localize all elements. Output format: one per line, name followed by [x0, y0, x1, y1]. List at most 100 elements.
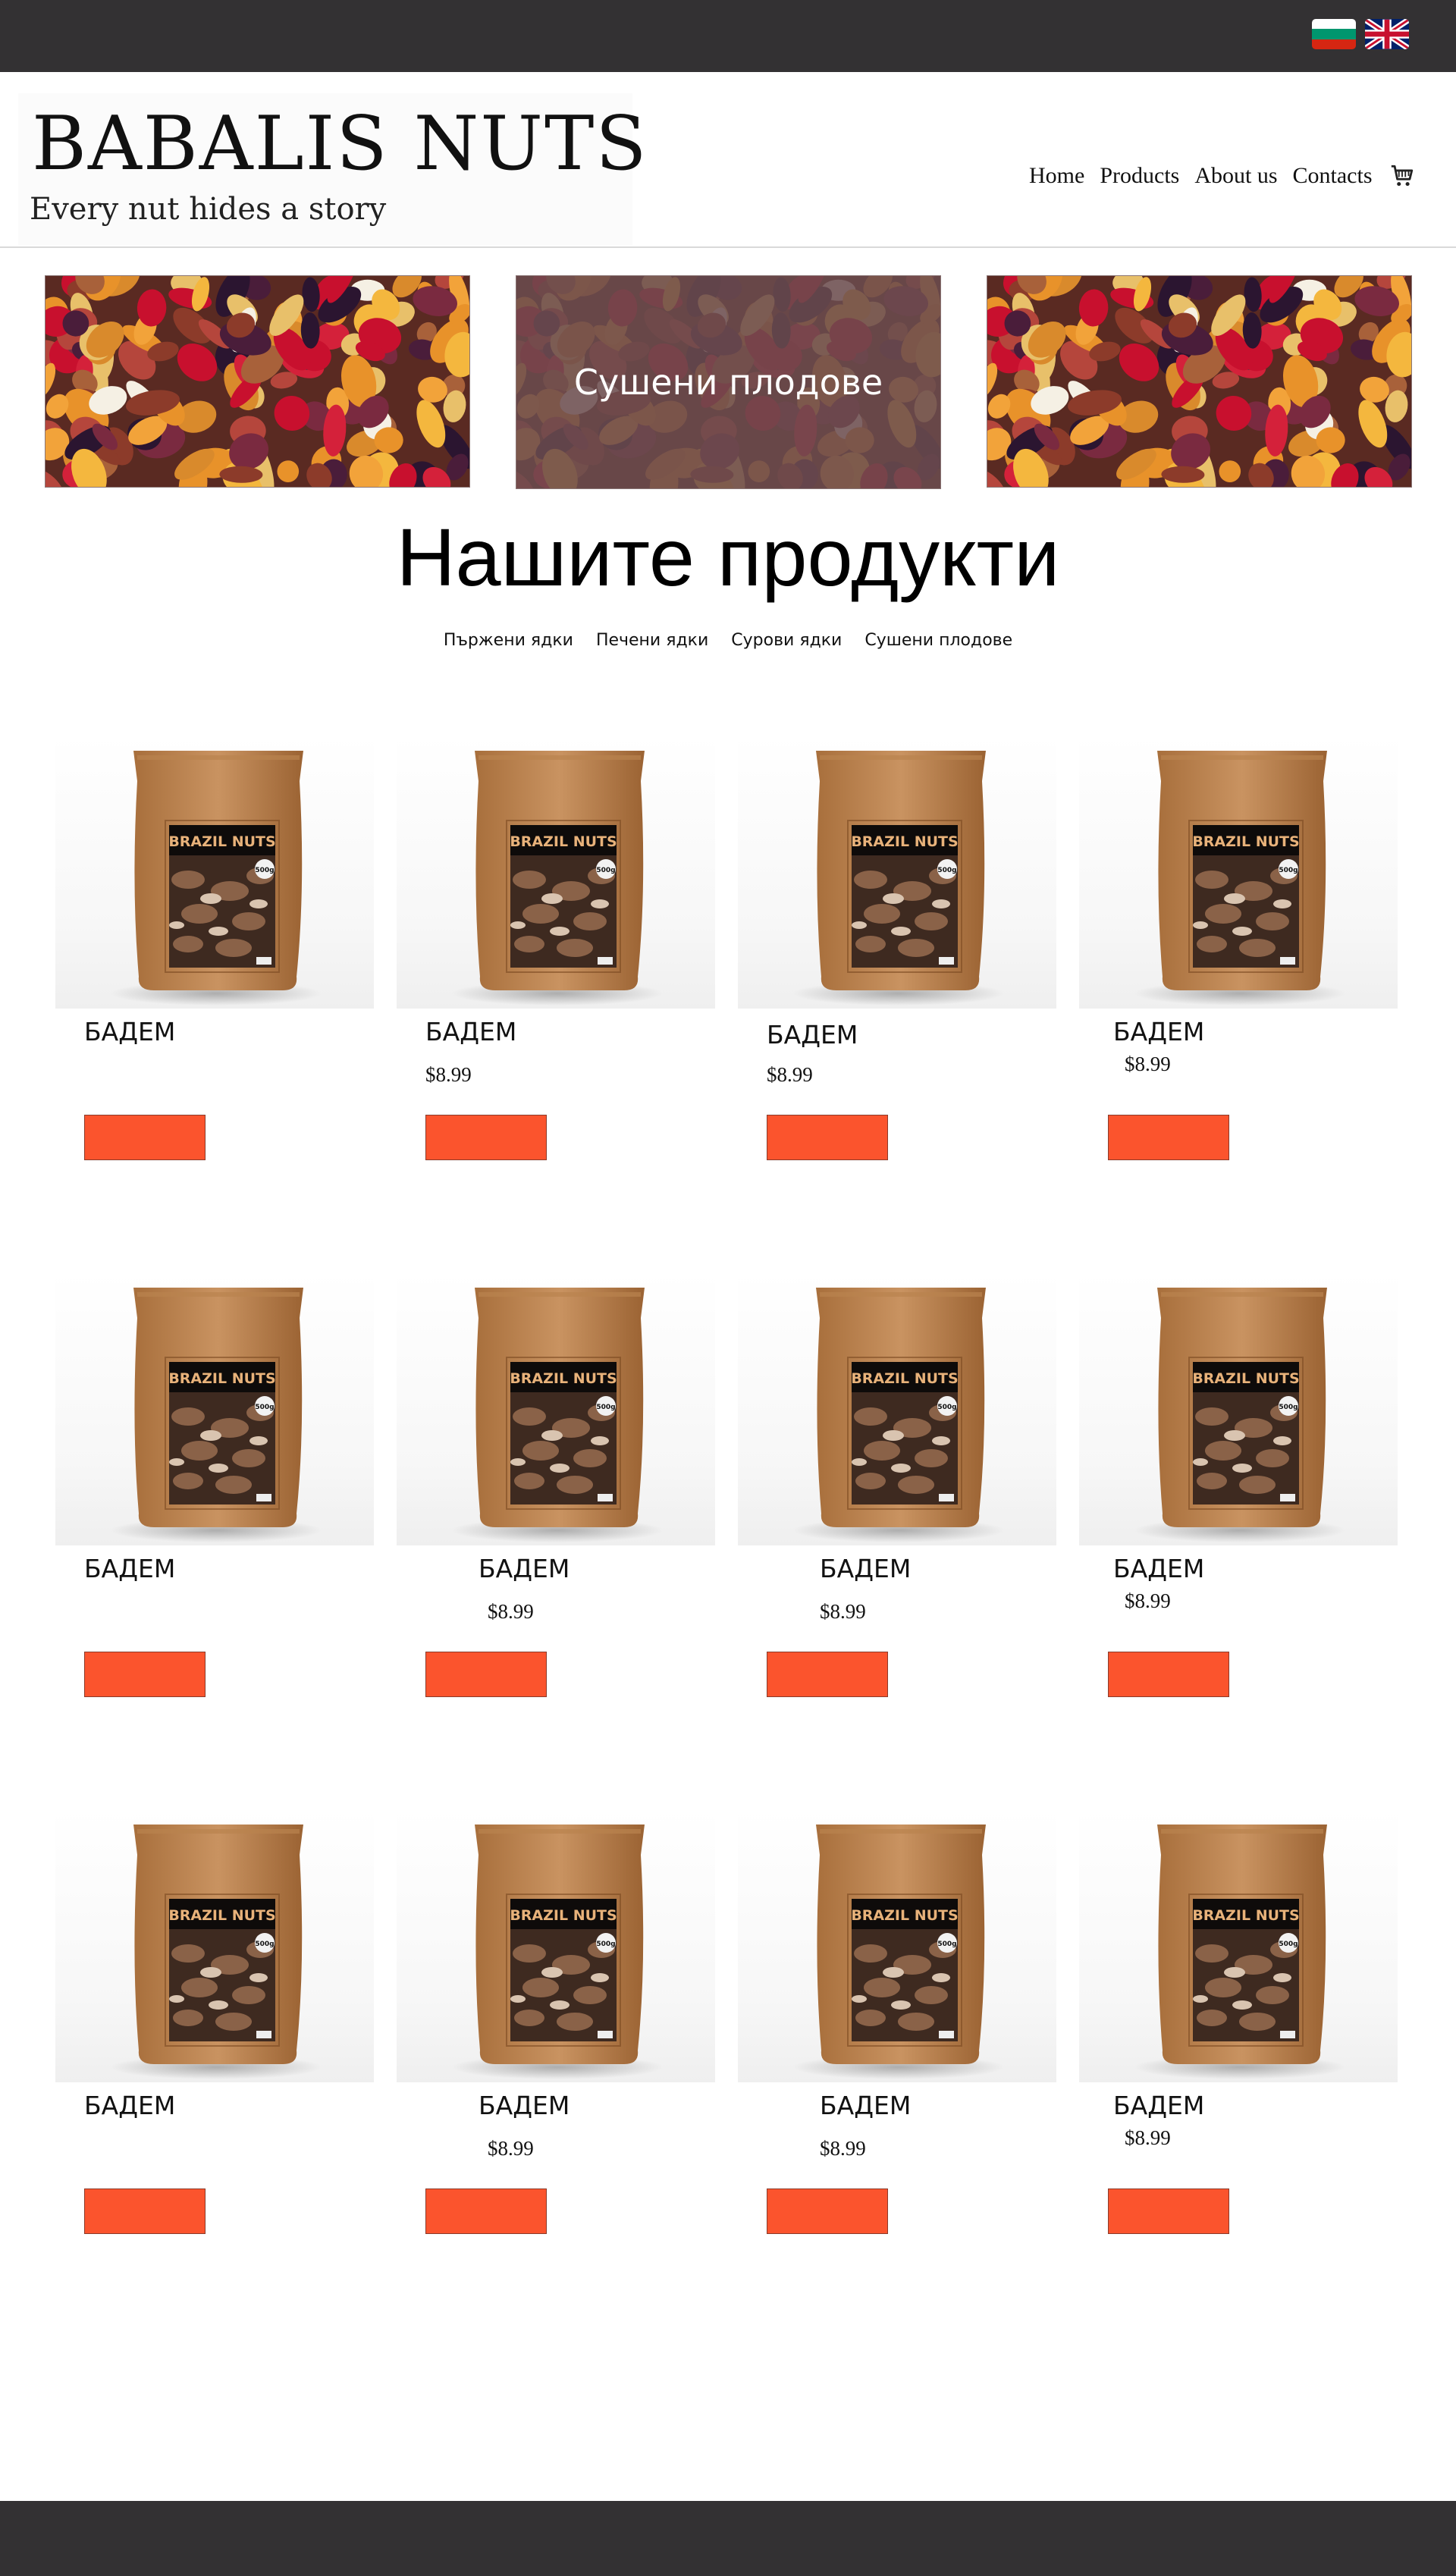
svg-text:500g: 500g [255, 1404, 274, 1411]
product-price: $8.99 [820, 1600, 866, 1623]
product-name[interactable]: БАДЕМ [1113, 1017, 1204, 1046]
category-filters: Пържени ядки Печени ядки Сурови ядки Суш… [0, 631, 1456, 650]
filter-dried-fruits[interactable]: Сушени плодове [864, 631, 1012, 650]
svg-text:500g: 500g [1279, 867, 1298, 874]
svg-text:BRAZIL NUTS: BRAZIL NUTS [851, 1907, 958, 1924]
svg-text:500g: 500g [596, 1941, 615, 1948]
add-to-cart-button[interactable] [425, 1652, 547, 1697]
product-image[interactable]: BRAZIL NUTS 500g [397, 736, 715, 1009]
svg-text:500g: 500g [255, 867, 274, 874]
site-footer [0, 2501, 1456, 2576]
product-image[interactable]: BRAZIL NUTS 500g [738, 1272, 1056, 1545]
product-image[interactable]: BRAZIL NUTS 500g [55, 736, 374, 1009]
banner-dried-fruit-image-left[interactable] [45, 275, 470, 488]
product-name[interactable]: БАДЕМ [84, 1554, 175, 1583]
svg-text:500g: 500g [596, 1404, 615, 1411]
add-to-cart-button[interactable] [1108, 1115, 1229, 1160]
add-to-cart-button[interactable] [767, 1115, 888, 1160]
top-bar [0, 0, 1456, 72]
product-price: $8.99 [1125, 1053, 1171, 1075]
svg-text:BRAZIL NUTS: BRAZIL NUTS [168, 1907, 275, 1924]
product-card[interactable]: BRAZIL NUTS 500g БАДЕМ $8.99 [738, 1809, 1056, 2264]
product-price: $8.99 [425, 1063, 472, 1086]
svg-text:BRAZIL NUTS: BRAZIL NUTS [1192, 1370, 1299, 1387]
svg-text:500g: 500g [937, 867, 956, 874]
product-image[interactable]: BRAZIL NUTS 500g [1079, 736, 1398, 1009]
add-to-cart-button[interactable] [1108, 1652, 1229, 1697]
product-card[interactable]: BRAZIL NUTS 500g БАДЕМ $8.99 [738, 1272, 1056, 1727]
product-name[interactable]: БАДЕМ [425, 1017, 516, 1046]
product-name[interactable]: БАДЕМ [767, 1020, 858, 1050]
product-card[interactable]: BRAZIL NUTS 500g БАДЕМ $8.99 [397, 736, 715, 1191]
banner-title [46, 276, 469, 487]
svg-text:BRAZIL NUTS: BRAZIL NUTS [1192, 833, 1299, 850]
product-name[interactable]: БАДЕМ [820, 1554, 911, 1583]
filter-roasted-nuts[interactable]: Печени ядки [596, 631, 708, 650]
filter-raw-nuts[interactable]: Сурови ядки [731, 631, 842, 650]
product-name[interactable]: БАДЕМ [1113, 2091, 1204, 2120]
product-card[interactable]: BRAZIL NUTS 500g БАДЕМ $8.99 [397, 1272, 715, 1727]
add-to-cart-button[interactable] [767, 1652, 888, 1697]
product-price: $8.99 [1125, 2126, 1171, 2149]
add-to-cart-button[interactable] [425, 1115, 547, 1160]
products-heading: Нашите продукти [396, 511, 1060, 603]
product-card[interactable]: BRAZIL NUTS 500g БАДЕМ $8.99 [1079, 1272, 1398, 1727]
filter-fried-nuts[interactable]: Пържени ядки [444, 631, 573, 650]
site-header: BABALIS NUTS Every nut hides a story Hom… [0, 72, 1456, 248]
product-price: $8.99 [820, 2137, 866, 2160]
svg-text:BRAZIL NUTS: BRAZIL NUTS [510, 833, 617, 850]
product-price: $8.99 [488, 2137, 534, 2160]
svg-text:BRAZIL NUTS: BRAZIL NUTS [168, 1370, 275, 1387]
logo[interactable]: BABALIS NUTS Every nut hides a story [18, 93, 647, 245]
product-image[interactable]: BRAZIL NUTS 500g [738, 1809, 1056, 2082]
product-image[interactable]: BRAZIL NUTS 500g [55, 1809, 374, 2082]
product-price: $8.99 [767, 1063, 813, 1086]
svg-text:BRAZIL NUTS: BRAZIL NUTS [851, 1370, 958, 1387]
nav-home[interactable]: Home [1029, 163, 1084, 189]
main-nav: Home Products About us Contacts [1029, 163, 1415, 189]
product-name[interactable]: БАДЕМ [479, 1554, 570, 1583]
product-card[interactable]: BRAZIL NUTS 500g БАДЕМ [55, 736, 374, 1191]
product-image[interactable]: BRAZIL NUTS 500g [55, 1272, 374, 1545]
product-name[interactable]: БАДЕМ [479, 2091, 570, 2120]
banner-dried-fruits[interactable]: Сушени плодове [516, 275, 941, 489]
product-image[interactable]: BRAZIL NUTS 500g [1079, 1272, 1398, 1545]
banner-dried-fruit-image-right[interactable] [987, 275, 1412, 488]
add-to-cart-button[interactable] [84, 1115, 206, 1160]
add-to-cart-button[interactable] [84, 1652, 206, 1697]
product-name[interactable]: БАДЕМ [84, 1017, 175, 1046]
add-to-cart-button[interactable] [1108, 2189, 1229, 2234]
product-card[interactable]: BRAZIL NUTS 500g БАДЕМ $8.99 [1079, 736, 1398, 1191]
banner-title [987, 276, 1411, 487]
svg-text:500g: 500g [937, 1404, 956, 1411]
product-card[interactable]: BRAZIL NUTS 500g БАДЕМ [55, 1809, 374, 2264]
banner-title: Сушени плодове [573, 362, 883, 403]
product-image[interactable]: BRAZIL NUTS 500g [1079, 1809, 1398, 2082]
nav-contacts[interactable]: Contacts [1293, 163, 1373, 189]
nav-about-us[interactable]: About us [1194, 163, 1277, 189]
nav-products[interactable]: Products [1100, 163, 1179, 189]
product-name[interactable]: БАДЕМ [1113, 1554, 1204, 1583]
product-card[interactable]: BRAZIL NUTS 500g БАДЕМ [55, 1272, 374, 1727]
svg-text:500g: 500g [255, 1941, 274, 1948]
product-image[interactable]: BRAZIL NUTS 500g [397, 1809, 715, 2082]
svg-text:BRAZIL NUTS: BRAZIL NUTS [168, 833, 275, 850]
add-to-cart-button[interactable] [84, 2189, 206, 2234]
product-image[interactable]: BRAZIL NUTS 500g [397, 1272, 715, 1545]
uk-flag-icon[interactable] [1365, 19, 1409, 49]
brand-name: BABALIS NUTS [32, 101, 648, 187]
svg-text:500g: 500g [596, 867, 615, 874]
bulgarian-flag-icon[interactable] [1312, 19, 1356, 49]
product-card[interactable]: BRAZIL NUTS 500g БАДЕМ $8.99 [1079, 1809, 1398, 2264]
product-name[interactable]: БАДЕМ [820, 2091, 911, 2120]
svg-text:BRAZIL NUTS: BRAZIL NUTS [510, 1907, 617, 1924]
add-to-cart-button[interactable] [767, 2189, 888, 2234]
add-to-cart-button[interactable] [425, 2189, 547, 2234]
shopping-cart-icon[interactable] [1389, 163, 1415, 189]
product-name[interactable]: БАДЕМ [84, 2091, 175, 2120]
svg-text:BRAZIL NUTS: BRAZIL NUTS [1192, 1907, 1299, 1924]
product-card[interactable]: BRAZIL NUTS 500g БАДЕМ $8.99 [738, 736, 1056, 1191]
product-card[interactable]: BRAZIL NUTS 500g БАДЕМ $8.99 [397, 1809, 715, 2264]
product-image[interactable]: BRAZIL NUTS 500g [738, 736, 1056, 1009]
svg-text:500g: 500g [937, 1941, 956, 1948]
